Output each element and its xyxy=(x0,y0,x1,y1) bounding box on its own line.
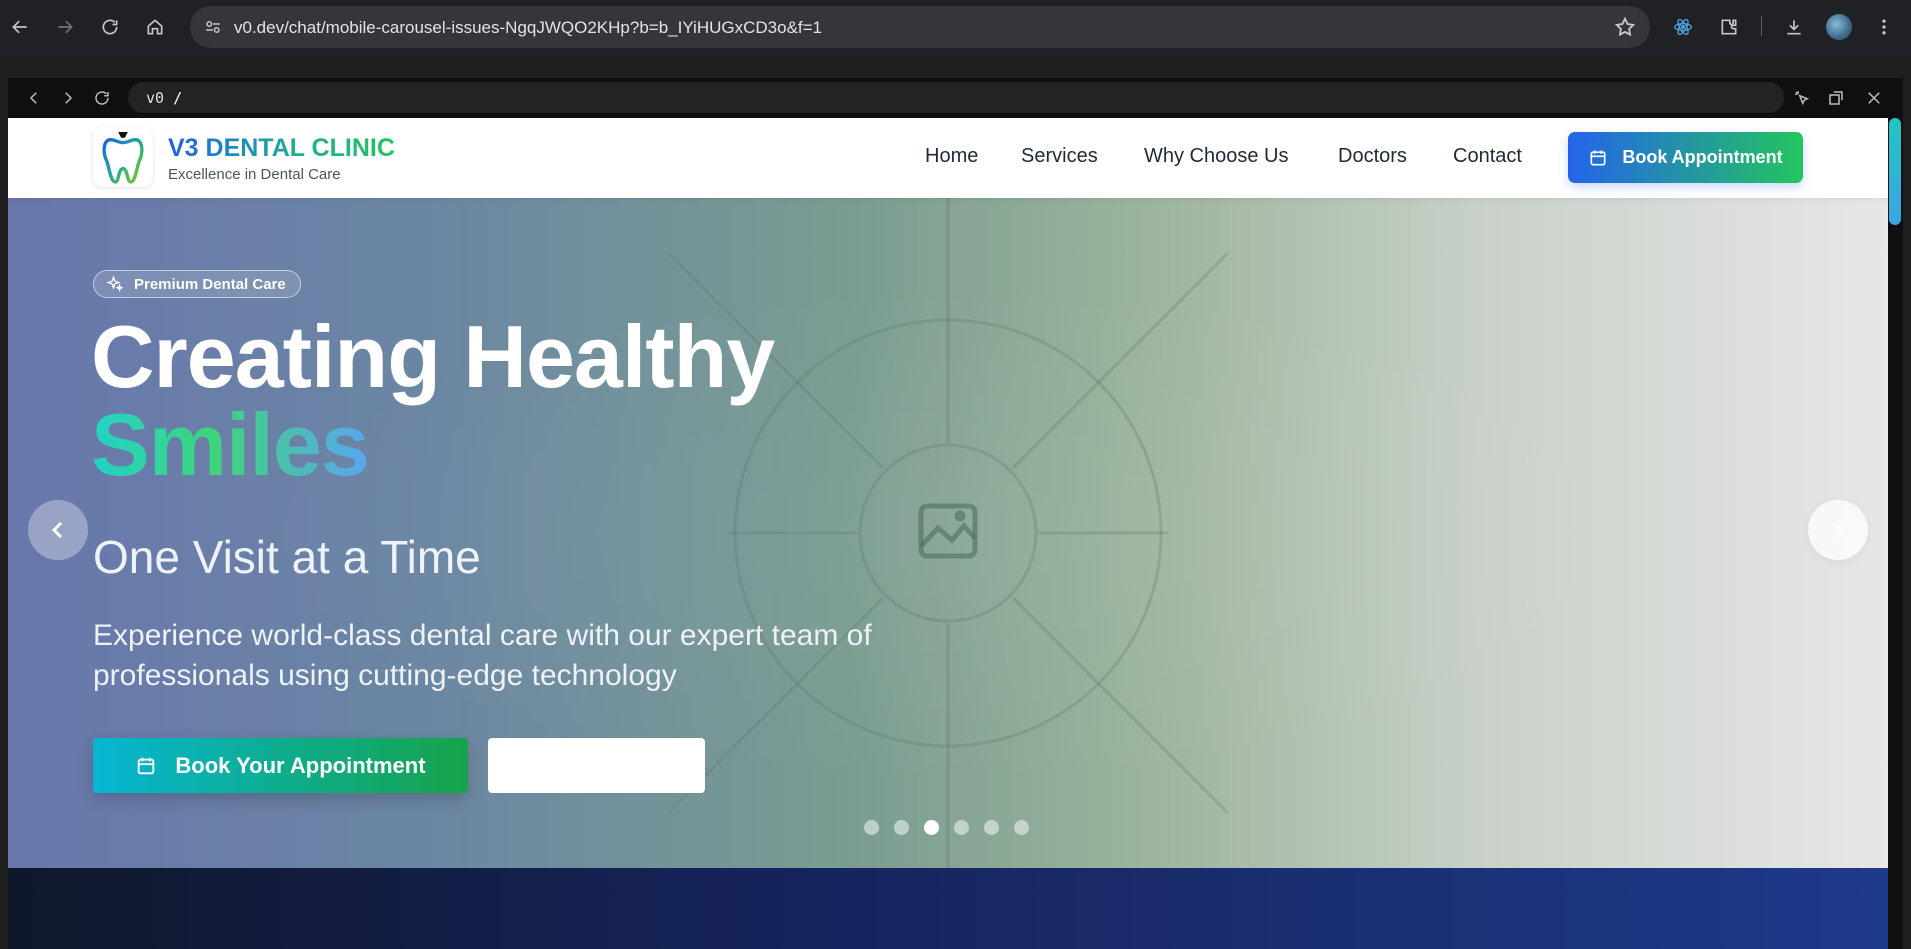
carousel-indicators xyxy=(864,820,1029,835)
menu-kebab-icon[interactable] xyxy=(1868,11,1900,43)
premium-badge-label: Premium Dental Care xyxy=(134,275,286,293)
carousel-dot-2[interactable] xyxy=(894,820,909,835)
book-your-appointment-label: Book Your Appointment xyxy=(175,752,426,778)
sparkles-icon xyxy=(106,275,124,292)
react-devtools-icon[interactable] xyxy=(1667,11,1699,43)
next-section xyxy=(8,868,1888,949)
home-icon[interactable] xyxy=(139,11,171,43)
address-bar[interactable]: v0.dev/chat/mobile-carousel-issues-NgqJW… xyxy=(190,6,1650,48)
extensions-icon[interactable] xyxy=(1713,11,1745,43)
preview-reload-icon[interactable] xyxy=(88,84,116,112)
carousel-dot-5[interactable] xyxy=(984,820,999,835)
profile-avatar[interactable] xyxy=(1823,11,1855,43)
calendar-icon xyxy=(138,757,155,774)
preview-url-bar[interactable]: v0 / xyxy=(128,82,1784,113)
hero-title-line2: Smiles xyxy=(91,395,370,494)
chevron-right-icon xyxy=(1833,521,1845,539)
carousel-dot-4[interactable] xyxy=(954,820,969,835)
chevron-left-icon xyxy=(51,521,63,539)
brand-name[interactable]: V3 DENTAL CLINIC xyxy=(168,134,395,163)
carousel-prev-button[interactable] xyxy=(28,500,88,560)
carousel-dot-6[interactable] xyxy=(1014,820,1029,835)
book-your-appointment-button[interactable]: Book Your Appointment xyxy=(93,738,468,793)
download-icon[interactable] xyxy=(1778,11,1810,43)
site-info-icon[interactable] xyxy=(202,16,224,38)
address-url[interactable]: v0.dev/chat/mobile-carousel-issues-NgqJW… xyxy=(234,18,822,38)
toolbar-separator xyxy=(1761,16,1762,36)
nav-doctors[interactable]: Doctors xyxy=(1338,145,1407,168)
preview-url-text: v0 / xyxy=(146,89,183,107)
carousel-dot-3[interactable] xyxy=(924,820,939,835)
site-header: V3 DENTAL CLINIC Excellence in Dental Ca… xyxy=(8,118,1888,198)
hero-description: Experience world-class dental care with … xyxy=(93,619,872,692)
hero-title-line1: Creating Healthy xyxy=(91,307,775,406)
browser-toolbar: v0.dev/chat/mobile-carousel-issues-NgqJW… xyxy=(0,0,1911,55)
carousel-dot-1[interactable] xyxy=(864,820,879,835)
nav-services[interactable]: Services xyxy=(1021,145,1098,168)
nav-why-choose-us[interactable]: Why Choose Us xyxy=(1144,145,1289,168)
element-picker-icon[interactable] xyxy=(1788,84,1816,112)
brand-tagline: Excellence in Dental Care xyxy=(168,166,341,183)
book-appointment-label: Book Appointment xyxy=(1622,147,1783,167)
tooth-logo-icon[interactable] xyxy=(93,127,153,187)
back-icon[interactable] xyxy=(4,11,36,43)
bookmark-star-icon[interactable] xyxy=(1614,16,1636,38)
secondary-cta-button[interactable] xyxy=(488,738,705,793)
preview-back-icon[interactable] xyxy=(20,84,48,112)
hero-carousel: Premium Dental Care Creating Healthy Smi… xyxy=(8,198,1888,868)
website-viewport: V3 DENTAL CLINIC Excellence in Dental Ca… xyxy=(8,118,1888,949)
image-icon xyxy=(918,503,978,559)
book-appointment-button[interactable]: Book Appointment xyxy=(1568,132,1803,183)
close-icon[interactable] xyxy=(1860,84,1888,112)
page-scrollbar-thumb[interactable] xyxy=(1889,118,1901,225)
page-scrollbar-track[interactable] xyxy=(1888,118,1903,949)
calendar-icon xyxy=(1590,150,1606,165)
forward-icon[interactable] xyxy=(49,11,81,43)
reload-icon[interactable] xyxy=(94,11,126,43)
premium-badge: Premium Dental Care xyxy=(93,270,301,298)
preview-forward-icon[interactable] xyxy=(54,84,82,112)
carousel-next-button[interactable] xyxy=(1808,500,1868,560)
nav-contact[interactable]: Contact xyxy=(1453,145,1522,168)
open-new-window-icon[interactable] xyxy=(1822,84,1850,112)
nav-home[interactable]: Home xyxy=(925,145,978,168)
preview-toolbar: v0 / xyxy=(8,78,1903,118)
hero-subtitle: One Visit at a Time xyxy=(93,531,481,583)
